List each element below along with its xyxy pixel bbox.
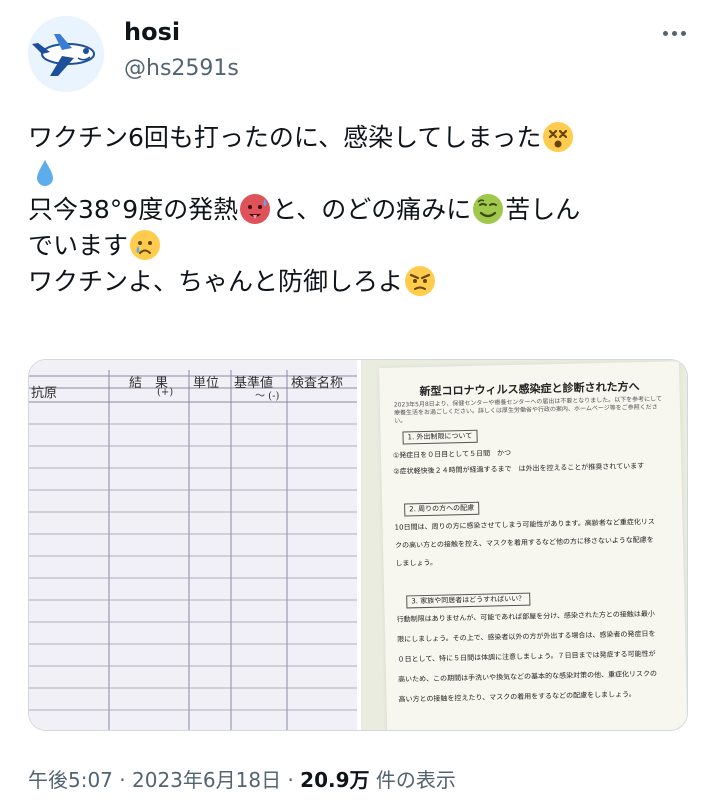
tweet-line-4: でいます	[28, 228, 688, 264]
section-3-line: ０日として、特に５日間は体調に注意しましょう。７日目までは発症する可能性が	[397, 649, 656, 664]
tweet-metadata: 午後5:07 · 2023年6月18日 · 20.9万 件の表示	[28, 764, 456, 793]
result-form-lines	[29, 360, 357, 730]
reference-value: ～ (-)	[255, 391, 280, 402]
dizzy-face-emoji-icon	[542, 121, 574, 153]
nauseated-face-emoji-icon	[472, 193, 504, 225]
row-label-antigen: 抗原	[31, 386, 58, 401]
section-2-line: 10日間は、周りの方に感染させてしまう可能性があります。高齢者など重症化リス	[394, 517, 655, 532]
separator: ·	[287, 768, 294, 792]
droplet-emoji-icon	[29, 157, 61, 189]
tweet-text-segment: ワクチンよ、ちゃんと防御しろよ	[28, 267, 404, 296]
section-3-line: 高いため、この期間は手洗いや換気などの基本的な感染対策の他、重症化リスクの	[397, 669, 658, 684]
section-1-line: ②症状軽快後２４時間が経過するまで は外出を控えることが推奨されています	[393, 462, 645, 476]
more-dot-icon	[671, 30, 677, 36]
tweet-line-1: ワクチン6回も打ったのに、感染してしまった	[28, 120, 688, 156]
tweet-header: hosi @hs2591s	[28, 16, 698, 96]
section-2-heading: 2. 周りの方への配慮	[404, 501, 480, 517]
result-value: (+)	[157, 387, 174, 398]
tweet-line-3: 只今38°9度の発熱 と、のどの痛みに 苦しん	[28, 192, 688, 228]
section-3-line: 高い方との接触を控えたり、マスクの着用をするなどの配慮をしましょう。	[398, 690, 636, 704]
tweet-date[interactable]: 2023年6月18日	[132, 768, 281, 792]
guidance-document: 新型コロナウィルス感染症と診断された方へ 2023年5月8日より、保健センターや…	[379, 361, 687, 730]
tweet-text-segment: と、のどの痛みに	[272, 195, 472, 224]
media-attachments: 結 果 単位 基準値 検査名称 抗原 (+) ～ (-) 新型コロナウィルス感染…	[28, 359, 688, 731]
view-count-label: 件の表示	[375, 768, 456, 792]
tweet-text-segment: でいます	[28, 231, 129, 260]
section-1-line: ①発症日を０日目として５日間 かつ	[392, 449, 512, 460]
section-3-line: 限にしましょう。その上で、感染者以外の方が外出する場合は、感染者の発症日を	[397, 629, 656, 644]
avatar[interactable]	[28, 16, 104, 92]
angry-face-emoji-icon	[404, 265, 436, 297]
tweet-line-2	[28, 156, 688, 192]
more-dot-icon	[680, 30, 686, 36]
tweet-text-segment: 苦しん	[505, 195, 581, 224]
section-3-heading: 3. 家族や同居者はどうすればいい？	[406, 592, 531, 609]
tweet-text-segment: ワクチン6回も打ったのに、感染してしまった	[28, 123, 542, 152]
hot-face-emoji-icon	[239, 193, 271, 225]
guidance-document-photo[interactable]: 新型コロナウィルス感染症と診断された方へ 2023年5月8日より、保健センターや…	[361, 360, 687, 730]
view-count: 20.9万	[300, 768, 370, 792]
section-1-heading: 1. 外出制限について	[402, 429, 478, 445]
user-handle[interactable]: @hs2591s	[124, 56, 239, 81]
tweet-text: ワクチン6回も打ったのに、感染してしまった 只今38°9度の発熱 と、のどの痛みに…	[28, 120, 688, 300]
tweet-text-segment: 只今38°9度の発熱	[28, 195, 239, 224]
more-dot-icon	[662, 30, 668, 36]
column-header-unit: 単位	[193, 376, 220, 391]
tweet-line-5: ワクチンよ、ちゃんと防御しろよ	[28, 264, 688, 300]
section-2-line: しましょう。	[395, 558, 438, 568]
more-options-button[interactable]	[656, 18, 692, 48]
display-name[interactable]: hosi	[124, 18, 180, 46]
separator: ·	[119, 768, 126, 792]
column-header-test-name: 検査名称	[291, 376, 344, 391]
airplane-avatar-icon	[28, 16, 104, 92]
section-2-line: クの高い方との接触を控え、マスクを着用するなど他の方に移さないような配慮を	[394, 535, 654, 550]
crying-face-emoji-icon	[129, 229, 161, 261]
section-3-line: 行動制限はありませんが、可能であれば部屋を分け、感染された方との接触は最小	[396, 609, 655, 624]
tweet-time[interactable]: 午後5:07	[28, 768, 113, 792]
document-intro: 2023年5月8日より、保健センターや療養センターへの届出は不要となりました。以…	[393, 395, 663, 425]
test-result-photo[interactable]: 結 果 単位 基準値 検査名称 抗原 (+) ～ (-)	[29, 360, 357, 730]
